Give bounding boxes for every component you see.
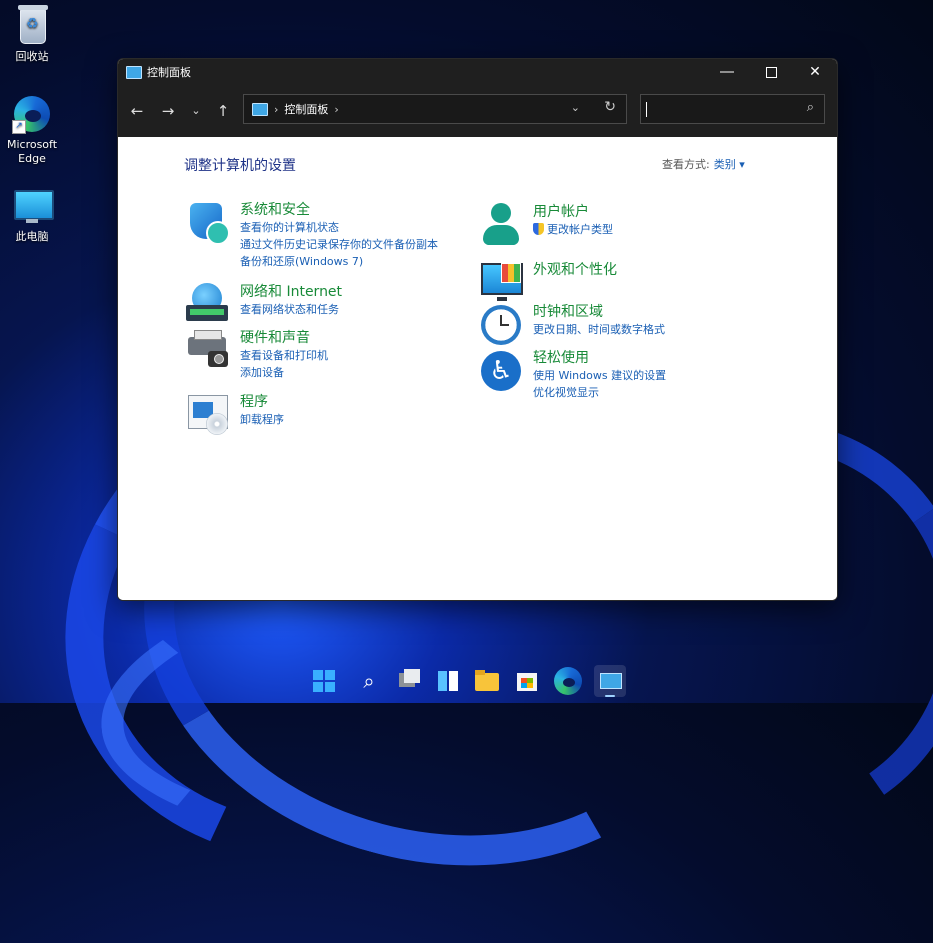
content-pane: 调整计算机的设置 查看方式: 类别 ▾ 系统和安全 查看你的计算机状态 通过文件历… <box>118 137 837 600</box>
category-link[interactable]: 卸载程序 <box>240 411 284 428</box>
appearance-icon[interactable] <box>479 259 523 303</box>
breadcrumb-control-panel[interactable]: 控制面板 <box>284 101 328 117</box>
category-link[interactable]: 查看你的计算机状态 <box>240 219 438 236</box>
maximize-button[interactable] <box>749 59 793 85</box>
category-title[interactable]: 轻松使用 <box>533 349 666 367</box>
breadcrumb-chevron-icon: › <box>274 102 279 116</box>
task-view-icon[interactable] <box>395 667 423 695</box>
category-link-label: 更改帐户类型 <box>547 223 613 236</box>
category-link[interactable]: 查看网络状态和任务 <box>240 301 342 318</box>
network-icon[interactable] <box>186 283 230 327</box>
category-link[interactable]: 通过文件历史记录保存你的文件备份副本 <box>240 236 438 253</box>
search-icon[interactable]: ⌕ <box>807 100 814 115</box>
address-dropdown-icon[interactable]: ⌄ <box>571 101 580 114</box>
desktop-icon-label: 回收站 <box>15 50 49 63</box>
forward-button[interactable]: → <box>157 101 179 121</box>
category-title[interactable]: 网络和 Internet <box>240 283 342 301</box>
minimize-button[interactable]: ― <box>705 59 749 85</box>
control-panel-window: 控制面板 ― ✕ ← → ⌄ ↑ › 控制面板 › ⌄ ↻ ⌕ 调整计算机的设置… <box>117 58 838 601</box>
control-panel-icon <box>126 65 142 79</box>
store-icon[interactable] <box>514 667 542 695</box>
programs-icon[interactable] <box>186 393 230 437</box>
category-hardware-sound: 硬件和声音 查看设备和打印机 添加设备 <box>186 329 328 381</box>
category-link[interactable]: 备份和还原(Windows 7) <box>240 253 438 270</box>
category-link[interactable]: 使用 Windows 建议的设置 <box>533 367 666 384</box>
category-appearance: 外观和个性化 <box>479 259 617 303</box>
control-panel-icon <box>252 102 268 116</box>
breadcrumb-chevron-icon[interactable]: › <box>334 103 338 116</box>
accessibility-icon[interactable]: ♿ <box>479 349 523 393</box>
desktop-icon-label: 此电脑 <box>15 230 49 243</box>
recycle-bin-icon <box>12 5 52 46</box>
category-programs: 程序 卸载程序 <box>186 393 284 437</box>
search-icon[interactable]: ⌕ <box>355 667 383 695</box>
category-network-internet: 网络和 Internet 查看网络状态和任务 <box>186 283 342 327</box>
category-title[interactable]: 硬件和声音 <box>240 329 328 347</box>
category-link[interactable]: 添加设备 <box>240 364 328 381</box>
category-system-security: 系统和安全 查看你的计算机状态 通过文件历史记录保存你的文件备份副本 备份和还原… <box>186 201 438 270</box>
file-explorer-icon[interactable] <box>474 667 502 695</box>
refresh-icon[interactable]: ↻ <box>604 99 616 115</box>
clock-icon[interactable] <box>479 303 523 347</box>
text-caret <box>646 102 647 117</box>
desktop-icon-recycle-bin[interactable]: 回收站 <box>2 5 62 64</box>
category-clock-region: 时钟和区域 更改日期、时间或数字格式 <box>479 303 665 347</box>
recent-locations-button[interactable]: ⌄ <box>185 101 207 121</box>
desktop-icon-edge[interactable]: ↗ Microsoft Edge <box>2 94 62 166</box>
view-by-dropdown[interactable]: 类别 ▾ <box>714 158 745 171</box>
view-by-label: 查看方式: <box>662 158 710 171</box>
desktop-icon-label: Microsoft Edge <box>6 138 58 165</box>
category-link[interactable]: 更改日期、时间或数字格式 <box>533 321 665 338</box>
edge-icon: ↗ <box>12 94 52 134</box>
taskbar: ⌕ <box>0 655 933 703</box>
user-icon[interactable] <box>479 203 523 247</box>
window-title: 控制面板 <box>147 66 191 79</box>
title-bar[interactable]: 控制面板 ― ✕ <box>118 59 837 85</box>
category-title[interactable]: 外观和个性化 <box>533 261 617 279</box>
close-button[interactable]: ✕ <box>793 59 837 85</box>
edge-icon[interactable] <box>554 667 582 695</box>
desktop-icon-this-pc[interactable]: 此电脑 <box>2 186 62 244</box>
category-title[interactable]: 系统和安全 <box>240 201 438 219</box>
control-panel-icon[interactable] <box>594 665 626 697</box>
uac-shield-icon <box>533 223 544 235</box>
category-title[interactable]: 时钟和区域 <box>533 303 665 321</box>
address-bar[interactable]: › 控制面板 › ⌄ ↻ <box>243 94 627 124</box>
category-title[interactable]: 用户帐户 <box>533 203 613 221</box>
category-link[interactable]: 优化视觉显示 <box>533 384 666 401</box>
category-link-change-account-type[interactable]: 更改帐户类型 <box>533 221 613 238</box>
printer-icon[interactable] <box>186 329 230 373</box>
up-button[interactable]: ↑ <box>212 101 234 121</box>
page-title: 调整计算机的设置 <box>184 158 296 174</box>
this-pc-icon <box>12 186 54 226</box>
category-ease-of-access: ♿ 轻松使用 使用 Windows 建议的设置 优化视觉显示 <box>479 349 666 401</box>
start-icon[interactable] <box>313 670 335 692</box>
category-link[interactable]: 查看设备和打印机 <box>240 347 328 364</box>
shield-icon[interactable] <box>186 201 230 245</box>
widgets-icon[interactable] <box>435 667 463 695</box>
search-input[interactable]: ⌕ <box>640 94 825 124</box>
view-by: 查看方式: 类别 ▾ <box>662 156 745 172</box>
category-title[interactable]: 程序 <box>240 393 284 411</box>
category-user-accounts: 用户帐户 更改帐户类型 <box>479 203 613 247</box>
navigation-toolbar: ← → ⌄ ↑ › 控制面板 › ⌄ ↻ ⌕ <box>118 85 837 137</box>
back-button[interactable]: ← <box>126 101 148 121</box>
